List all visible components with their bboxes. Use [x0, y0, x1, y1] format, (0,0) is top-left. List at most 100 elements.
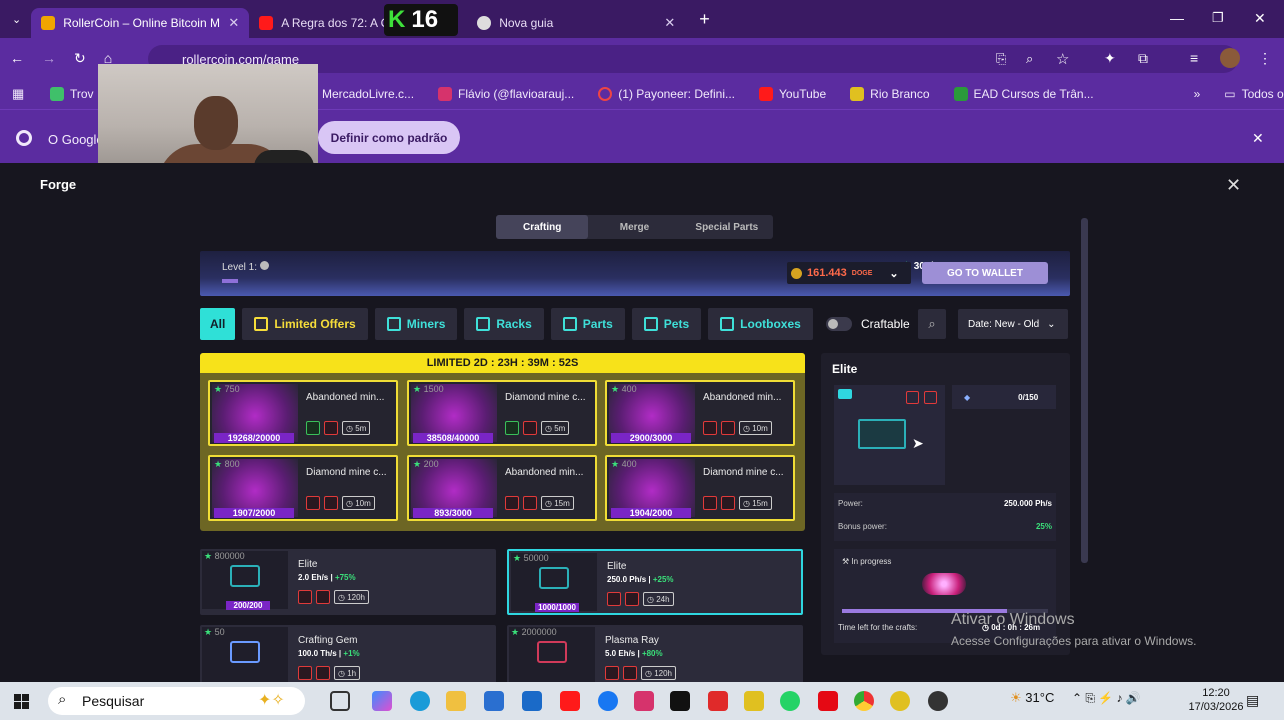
crafting-card[interactable]: ★ 50000 1000/1000 Elite 250.0 Ph/s | +25% ◷ … [507, 549, 803, 615]
more-bookmarks-icon[interactable]: » [1194, 87, 1201, 101]
power-label: Power: [838, 499, 863, 508]
info-icon[interactable] [259, 261, 269, 270]
tray-icons[interactable]: ⌃ ⎘ ⚡ ♪ 🔊 [1072, 691, 1141, 705]
filter-label: Pets [663, 317, 690, 331]
limited-offer-card[interactable]: ★ 400 2900/3000 Abandoned min... ◷ 10m [605, 380, 795, 446]
filter-miners[interactable]: Miners [374, 308, 458, 340]
tab-crafting[interactable]: Crafting [496, 215, 589, 239]
app-icon[interactable] [890, 691, 910, 711]
menu-list-icon[interactable]: ≡ [1190, 50, 1198, 66]
netflix-icon[interactable] [818, 691, 838, 711]
kebab-menu-icon[interactable]: ⋮ [1258, 50, 1272, 67]
x-icon[interactable] [670, 691, 690, 711]
balance-select[interactable]: 161.443 DOGE ⌄ [787, 262, 911, 284]
item-name: Abandoned min... [703, 392, 782, 403]
filter-all[interactable]: All [200, 308, 236, 340]
sort-select[interactable]: Date: New - Old ⌄ [958, 309, 1068, 339]
bonus-value: +25% [652, 575, 674, 584]
bookmark-youtube[interactable]: YouTube [759, 86, 826, 101]
stock-value: 200 [423, 459, 439, 469]
profile-avatar[interactable] [1220, 48, 1240, 68]
app-icon[interactable] [928, 691, 948, 711]
close-tab-icon[interactable]: ✕ [664, 15, 675, 31]
shop-icon[interactable] [708, 691, 728, 711]
stock-value: 750 [224, 384, 240, 394]
item-tags: ◷ 5m [306, 421, 371, 435]
tab-merge[interactable]: Merge [588, 215, 680, 239]
stock-value: 800000 [214, 551, 245, 561]
limited-offer-card[interactable]: ★ 1500 38508/40000 Diamond mine c... ◷ 5m [407, 380, 597, 446]
taskbar-search[interactable]: ⌕ Pesquisar ✦✧ [48, 687, 305, 715]
install-icon[interactable]: ⎘ [996, 51, 1006, 67]
tab-special-parts[interactable]: Special Parts [681, 215, 773, 239]
back-icon[interactable]: ← [10, 50, 24, 66]
limited-offer-card[interactable]: ★ 800 1907/2000 Diamond mine c... ◷ 10m [208, 455, 398, 521]
tab-rollercoin[interactable]: RollerCoin – Online Bitcoin Mining ✕ [31, 8, 250, 38]
close-icon[interactable]: ✕ [1226, 175, 1241, 196]
facebook-icon[interactable] [598, 691, 618, 711]
clock[interactable]: 12:20 17/03/2026 [1186, 686, 1246, 714]
window-close-icon[interactable]: ✕ [1254, 10, 1266, 27]
tab-search-chevron-icon[interactable]: ⌄ [12, 13, 21, 26]
set-default-button[interactable]: Definir como padrão [318, 121, 460, 154]
scrollbar[interactable] [1081, 218, 1088, 563]
limited-offer-card[interactable]: ★ 750 19268/20000 Abandoned min... ◷ 5m [208, 380, 398, 446]
limited-offer-card[interactable]: ★ 400 1904/2000 Diamond mine c... ◷ 15m [605, 455, 795, 521]
bookmark-mercadolivre[interactable]: | MercadoLivre.c... [316, 87, 414, 101]
bookmark-payoneer[interactable]: (1) Payoneer: Defini... [598, 86, 735, 101]
item-name: Elite [607, 561, 627, 572]
outlook-icon[interactable] [522, 691, 542, 711]
youtube-app-icon[interactable] [560, 691, 580, 711]
new-tab-icon[interactable]: + [699, 9, 710, 30]
puzzle-icon[interactable]: ⧉ [1138, 50, 1148, 67]
close-tab-icon[interactable]: ✕ [228, 15, 239, 31]
stock-label: ★ 750 [214, 384, 240, 395]
chrome-app-icon[interactable] [854, 691, 874, 711]
limited-offer-card[interactable]: ★ 200 893/3000 Abandoned min... ◷ 15m [407, 455, 597, 521]
notes-icon[interactable] [744, 691, 764, 711]
status-text: In progress [851, 557, 892, 566]
bookmark-instagram[interactable]: Flávio (@flavioarauj... [438, 86, 574, 101]
supply-count: 1907/2000 [214, 508, 294, 518]
bookmark-label: Trov [70, 86, 94, 101]
craftable-toggle[interactable] [826, 317, 852, 331]
crafting-card[interactable]: ★ 800000 200/200 Elite 2.0 Eh/s | +75% ◷ 120… [200, 549, 496, 615]
minimize-icon[interactable]: — [1170, 10, 1184, 26]
whatsapp-icon[interactable] [780, 691, 800, 711]
item-tags: ◷ 15m [703, 496, 772, 510]
bookmark-trov[interactable]: Trov [50, 86, 94, 101]
go-to-wallet-button[interactable]: GO TO WALLET [922, 262, 1048, 284]
forward-icon[interactable]: → [42, 50, 56, 66]
zoom-icon[interactable]: ⌕ [1026, 51, 1033, 67]
tab-nova-guia[interactable]: Nova guia ✕ [467, 8, 685, 38]
copilot-icon[interactable] [372, 691, 392, 711]
bookmark-ead[interactable]: EAD Cursos de Trân... [953, 86, 1094, 101]
filter-racks[interactable]: Racks [464, 308, 544, 340]
restore-icon[interactable]: ❐ [1212, 10, 1224, 26]
bookmark-star-icon[interactable]: ☆ [1056, 50, 1069, 68]
filter-limited-offers[interactable]: Limited Offers [242, 308, 368, 340]
filter-pets[interactable]: Pets [631, 308, 702, 340]
apps-icon[interactable]: ▦ [12, 86, 24, 102]
task-view-icon[interactable] [330, 691, 350, 711]
bookmark-rio-branco[interactable]: Rio Branco [850, 86, 930, 101]
windows-start-icon[interactable] [14, 694, 29, 709]
search-button[interactable]: ⌕ [918, 309, 946, 339]
bank-icon [850, 86, 865, 101]
filter-lootboxes[interactable]: Lootboxes [708, 308, 813, 340]
instagram-app-icon[interactable] [634, 691, 654, 711]
edge-icon[interactable] [410, 691, 430, 711]
extension-icon[interactable]: ✦ [1104, 50, 1116, 67]
all-bookmarks[interactable]: ▭ Todos os favoritos [1224, 87, 1284, 101]
reload-icon[interactable]: ↻ [74, 50, 86, 67]
supply-count: 200/200 [226, 601, 270, 610]
power-value: 2.0 Eh/s | [298, 573, 333, 582]
weather-icon: ☀ [1010, 690, 1022, 705]
store-icon[interactable] [484, 691, 504, 711]
part-tag-icon [523, 421, 537, 435]
close-infobar-icon[interactable]: ✕ [1252, 130, 1264, 147]
notification-icon[interactable]: ▤ [1246, 692, 1259, 709]
filter-parts[interactable]: Parts [550, 308, 625, 340]
stock-label: ★ 2000000 [511, 627, 557, 638]
file-explorer-icon[interactable] [446, 691, 466, 711]
